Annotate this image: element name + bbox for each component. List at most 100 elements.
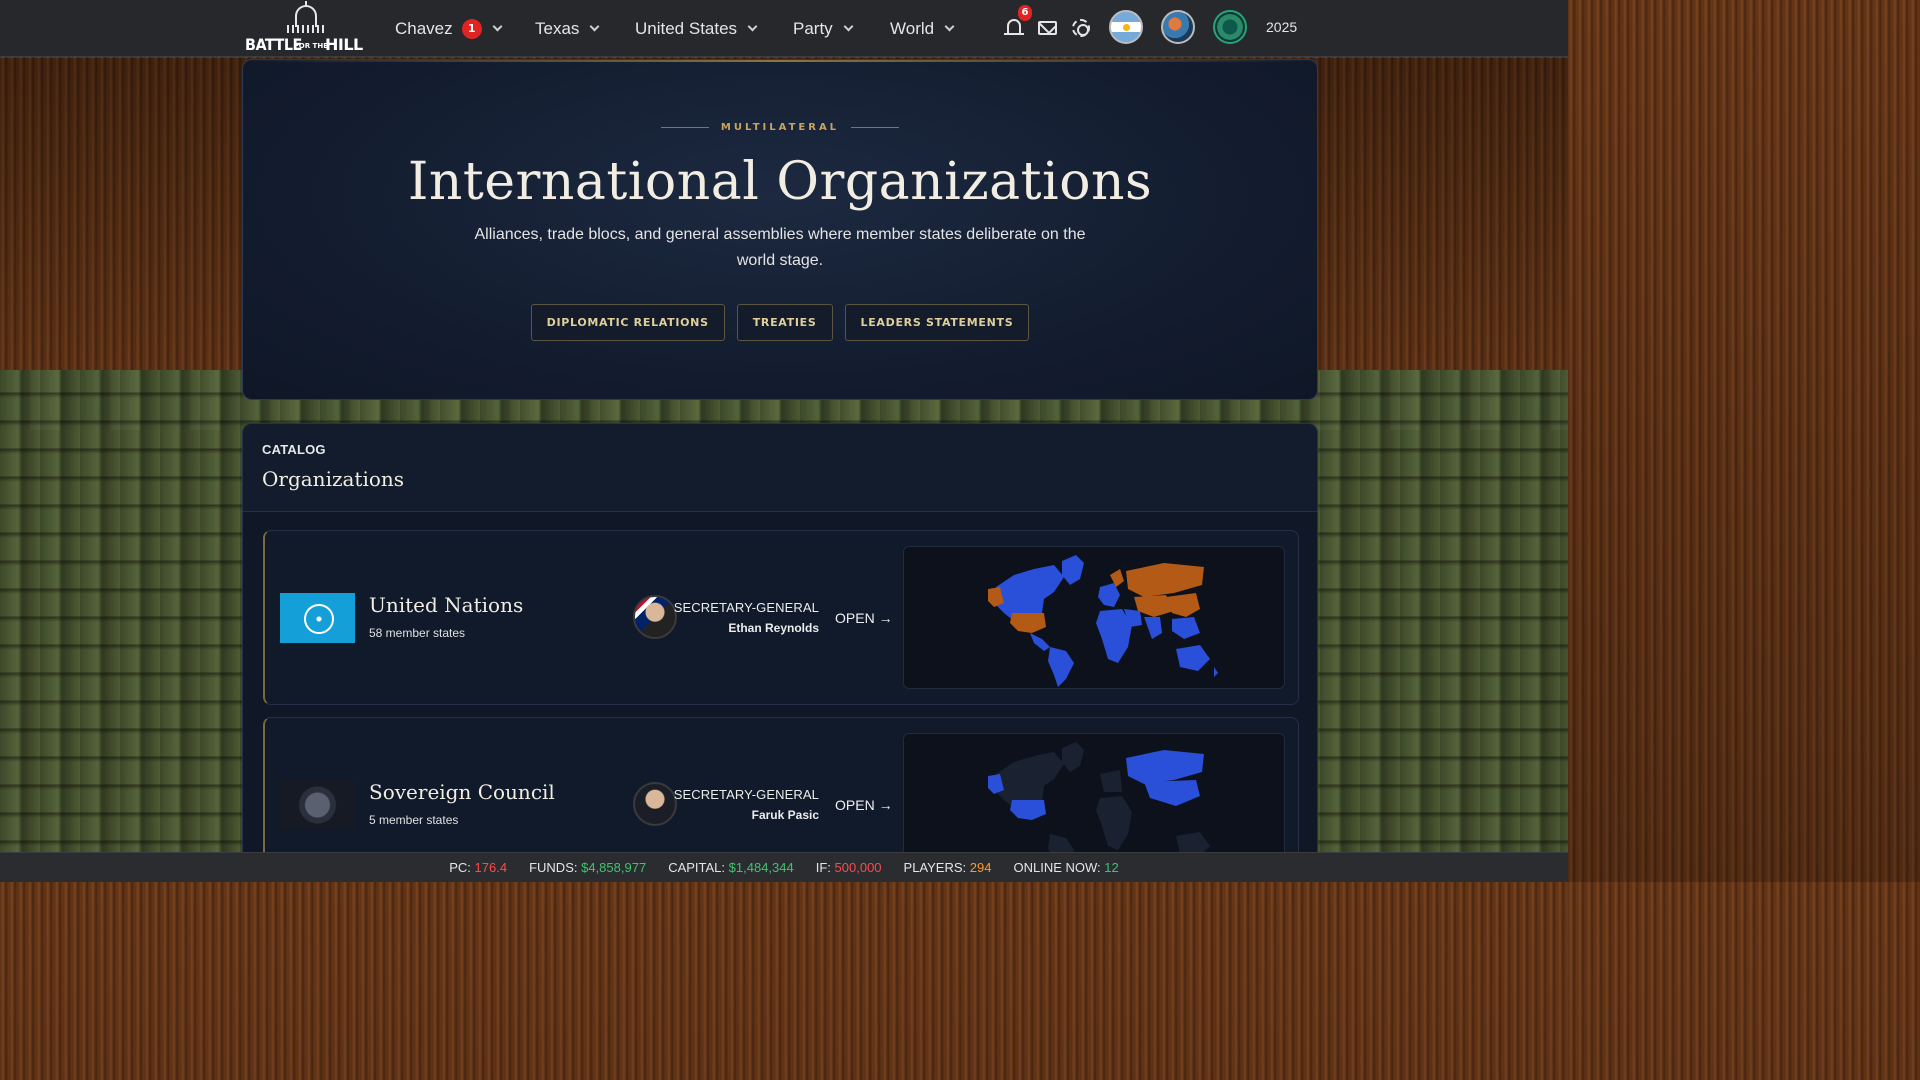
- hero-kicker-text: MULTILATERAL: [720, 122, 840, 133]
- map-europe-west: [1098, 583, 1120, 607]
- hero-actions: DIPLOMATIC RELATIONS TREATIES LEADERS ST…: [243, 304, 1317, 341]
- stat-if: IF: 500,000: [816, 860, 882, 875]
- nav-world[interactable]: World: [890, 0, 955, 57]
- nav-chavez-label: Chavez: [395, 18, 453, 38]
- map-russia: [1126, 750, 1204, 784]
- map-usa: [1010, 800, 1046, 820]
- settings-button[interactable]: [1070, 17, 1092, 39]
- notifications-button[interactable]: 6: [1003, 5, 1032, 39]
- map-greenland: [1062, 742, 1084, 772]
- nav-texas-label: Texas: [535, 18, 580, 38]
- map-new-zealand: [1214, 667, 1218, 677]
- nav-united-states-label: United States: [635, 18, 738, 38]
- leaders-statements-button[interactable]: LEADERS STATEMENTS: [844, 304, 1030, 341]
- map-greenland: [1062, 555, 1084, 585]
- stat-funds-value: $4,858,977: [581, 860, 647, 875]
- gear-icon: [1072, 19, 1090, 37]
- catalog-kicker: CATALOG: [262, 442, 326, 457]
- map-north-america: [996, 565, 1064, 621]
- leader-name: Faruk Pasic: [751, 808, 819, 822]
- nav-chavez[interactable]: Chavez 1: [395, 0, 503, 57]
- stat-online: ONLINE NOW: 12: [1013, 860, 1118, 875]
- chevron-down-icon: [843, 21, 854, 32]
- diplomatic-relations-button[interactable]: DIPLOMATIC RELATIONS: [530, 304, 725, 341]
- stat-capital: CAPITAL: $1,484,344: [668, 860, 794, 875]
- nav-party[interactable]: Party: [793, 0, 854, 57]
- logo-text-hill: HILL: [325, 35, 363, 54]
- logo-text-for-the: FOR THE: [294, 42, 328, 50]
- organizations-catalog: CATALOG Organizations United Nations 58 …: [242, 423, 1318, 863]
- leader-name: Ethan Reynolds: [728, 621, 819, 635]
- sovereign-council-seal-icon: [280, 780, 355, 830]
- stat-funds-label: FUNDS:: [529, 860, 578, 875]
- org-name: Sovereign Council: [369, 780, 555, 804]
- map-africa: [1096, 609, 1132, 663]
- map-australia: [1176, 645, 1210, 671]
- org-members: 58 member states: [369, 626, 466, 640]
- org-members: 5 member states: [369, 813, 459, 827]
- nav-united-states[interactable]: United States: [635, 0, 758, 57]
- stat-online-value: 12: [1104, 860, 1119, 875]
- current-year: 2025: [1266, 19, 1298, 35]
- map-central-america: [1030, 633, 1050, 651]
- mail-icon: [1038, 21, 1057, 35]
- leader-role: SECRETARY-GENERAL: [673, 600, 819, 615]
- map-europe: [1100, 770, 1122, 792]
- stat-pc: PC: 176.4: [449, 860, 507, 875]
- stat-funds: FUNDS: $4,858,977: [529, 860, 646, 875]
- map-china: [1166, 593, 1200, 617]
- open-link[interactable]: OPEN →: [835, 610, 893, 626]
- map-china: [1144, 780, 1200, 806]
- stat-if-label: IF:: [815, 860, 831, 875]
- map-south-asia: [1144, 617, 1162, 639]
- profile-avatar[interactable]: [1161, 10, 1195, 44]
- country-flag-avatar[interactable]: [1109, 10, 1143, 44]
- stat-players: PLAYERS: 294: [904, 860, 992, 875]
- divider: [660, 126, 709, 128]
- org-name: United Nations: [369, 593, 524, 617]
- catalog-title: Organizations: [262, 467, 405, 491]
- battle-for-the-hill-logo[interactable]: BATTLE FOR THE HILL: [245, 1, 363, 54]
- map-russia: [1126, 563, 1204, 597]
- capitol-dome-icon: [295, 1, 317, 27]
- stat-capital-label: CAPITAL:: [668, 860, 726, 875]
- open-link[interactable]: OPEN →: [835, 797, 893, 813]
- party-avatar[interactable]: [1213, 10, 1247, 44]
- nav-chavez-badge: 1: [461, 18, 482, 39]
- secretary-general-avatar: [633, 782, 677, 826]
- bell-icon: [1007, 19, 1021, 34]
- org-card-sovereign-council[interactable]: Sovereign Council 5 member states SECRET…: [263, 717, 1299, 863]
- world-membership-map: [903, 733, 1285, 863]
- notifications-badge: 6: [1018, 5, 1032, 21]
- world-membership-map: [903, 546, 1285, 689]
- nav-world-label: World: [890, 18, 935, 38]
- map-africa: [1096, 796, 1132, 850]
- secretary-general-avatar: [633, 595, 677, 639]
- stat-players-label: PLAYERS:: [903, 860, 967, 875]
- page-title: International Organizations: [407, 152, 1153, 212]
- world-map-graphic: [988, 555, 1218, 687]
- map-southeast-asia: [1172, 617, 1200, 639]
- hero-kicker: MULTILATERAL: [243, 122, 1317, 133]
- stat-players-value: 294: [969, 860, 992, 875]
- map-usa: [1010, 613, 1046, 633]
- chevron-down-icon: [589, 21, 600, 32]
- org-card-united-nations[interactable]: United Nations 58 member states SECRETAR…: [263, 530, 1299, 705]
- nav-texas[interactable]: Texas: [535, 0, 600, 57]
- stat-capital-value: $1,484,344: [728, 860, 794, 875]
- un-flag-icon: [280, 593, 355, 643]
- chevron-down-icon: [492, 21, 503, 32]
- leader-role: SECRETARY-GENERAL: [673, 787, 819, 802]
- catalog-header: CATALOG Organizations: [243, 424, 1317, 512]
- nav-party-label: Party: [793, 18, 833, 38]
- treaties-button[interactable]: TREATIES: [736, 304, 833, 341]
- messages-button[interactable]: [1037, 17, 1059, 39]
- divider: [851, 126, 900, 128]
- stat-if-value: 500,000: [834, 860, 882, 875]
- stat-pc-value: 176.4: [474, 860, 508, 875]
- world-map-graphic: [988, 742, 1210, 863]
- map-north-america: [996, 752, 1064, 808]
- top-navigation-bar: BATTLE FOR THE HILL Chavez 1 Texas Unite…: [0, 0, 1568, 57]
- map-south-america: [1048, 647, 1074, 687]
- stat-pc-label: PC:: [449, 860, 471, 875]
